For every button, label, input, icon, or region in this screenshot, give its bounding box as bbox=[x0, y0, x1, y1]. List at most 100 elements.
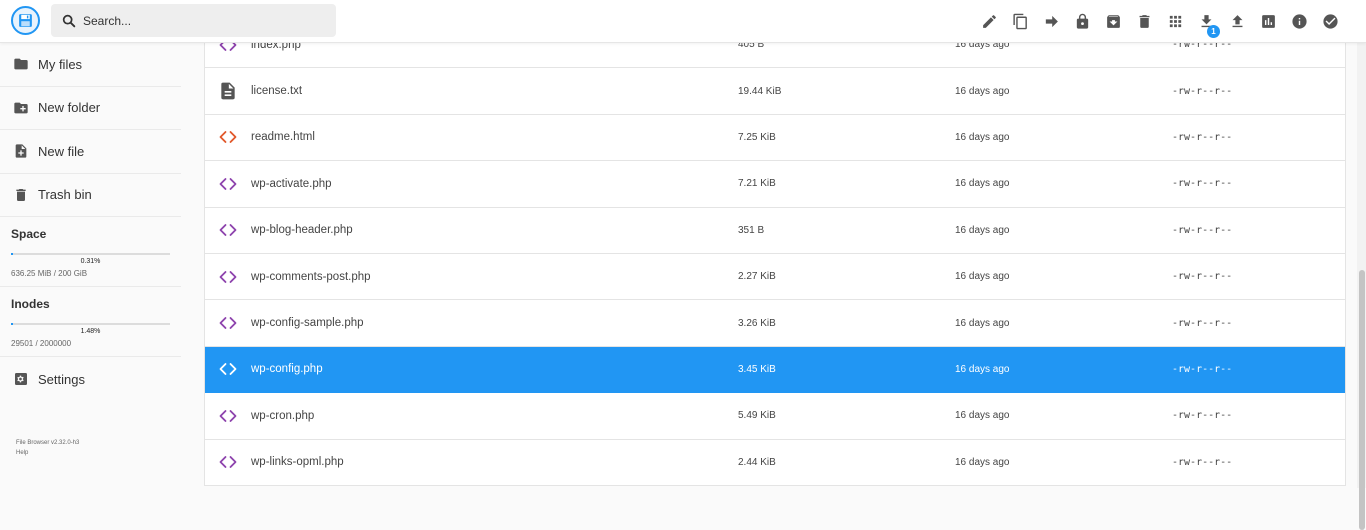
sidebar-item-label: New folder bbox=[38, 100, 101, 116]
trash-icon bbox=[16, 188, 26, 201]
file-name: wp-blog-header.php bbox=[251, 224, 353, 237]
copy-icon bbox=[1013, 13, 1027, 30]
inodes-usage: 29501 / 2000000 bbox=[11, 339, 72, 348]
file-modified: 16 days ago bbox=[955, 410, 1010, 422]
space-usage: 636.25 MiB / 200 GiB bbox=[11, 269, 88, 278]
toolbar: 1 bbox=[974, 0, 1346, 43]
file-row[interactable]: license.txt 19.44 KiB 16 days ago -rw-r--r-… bbox=[205, 68, 1345, 115]
file-modified: 16 days ago bbox=[955, 224, 1010, 236]
file-name: wp-config-sample.php bbox=[251, 317, 364, 330]
sidebar-item-label: My files bbox=[38, 56, 83, 72]
file-permissions: -rw-r--r-- bbox=[1172, 224, 1233, 236]
space-meter: Space 0.31% 636.25 MiB / 200 GiB bbox=[0, 217, 181, 287]
file-name: readme.html bbox=[251, 131, 315, 144]
version-link[interactable]: File Browser v2.32.0-h3 bbox=[16, 438, 79, 448]
inodes-progress-bar bbox=[11, 323, 170, 325]
stats-icon bbox=[1262, 15, 1275, 28]
file-size: 19.44 KiB bbox=[738, 85, 782, 97]
search-input[interactable] bbox=[83, 13, 323, 28]
disk-usage-button[interactable] bbox=[1253, 6, 1284, 37]
space-progress-fill bbox=[11, 253, 13, 255]
scrollbar-thumb[interactable] bbox=[1359, 270, 1365, 530]
file-name: wp-cron.php bbox=[251, 409, 315, 422]
move-icon bbox=[1045, 15, 1058, 28]
file-size: 2.44 KiB bbox=[738, 456, 776, 468]
file-size: 7.25 KiB bbox=[738, 131, 776, 143]
file-permissions: -rw-r--r-- bbox=[1172, 131, 1233, 143]
sidebar-item-new-folder[interactable]: New folder bbox=[0, 87, 181, 130]
info-button[interactable] bbox=[1284, 6, 1315, 37]
credits: File Browser v2.32.0-h3 Help bbox=[16, 438, 79, 458]
file-size: 3.26 KiB bbox=[738, 317, 776, 329]
file-size: 351 B bbox=[738, 224, 765, 236]
search-box[interactable] bbox=[51, 4, 336, 37]
file-name: license.txt bbox=[251, 85, 303, 98]
download-button[interactable]: 1 bbox=[1191, 6, 1222, 38]
sidebar-item-trash-bin[interactable]: Trash bin bbox=[0, 174, 181, 217]
file-size: 5.49 KiB bbox=[738, 410, 776, 422]
new-folder-icon bbox=[14, 102, 28, 114]
file-name: wp-links-opml.php bbox=[251, 456, 344, 469]
file-permissions: -rw-r--r-- bbox=[1172, 410, 1233, 422]
delete-button[interactable] bbox=[1129, 6, 1160, 37]
inodes-percent: 1.48% bbox=[80, 328, 101, 335]
file-name: wp-activate.php bbox=[251, 177, 332, 190]
file-modified: 16 days ago bbox=[955, 85, 1010, 97]
lock-icon bbox=[1076, 13, 1089, 29]
space-title: Space bbox=[11, 227, 47, 241]
file-row[interactable]: readme.html 7.25 KiB 16 days ago -rw-r--r-- bbox=[205, 115, 1345, 162]
inodes-progress-fill bbox=[11, 323, 14, 325]
file-row[interactable]: wp-links-opml.php 2.44 KiB 16 days ago -rw-… bbox=[205, 440, 1345, 486]
inodes-title: Inodes bbox=[11, 297, 50, 311]
file-modified: 16 days ago bbox=[955, 317, 1010, 329]
file-row[interactable]: wp-comments-post.php 2.27 KiB 16 days ago -… bbox=[205, 254, 1345, 301]
file-row[interactable]: wp-config.php 3.45 KiB 16 days ago -rw-r--r… bbox=[205, 346, 1345, 394]
inodes-meter: Inodes 1.48% 29501 / 2000000 bbox=[0, 287, 181, 357]
file-row[interactable]: wp-config-sample.php 3.26 KiB 16 days ago -… bbox=[205, 300, 1345, 347]
file-name: wp-config.php bbox=[251, 363, 323, 376]
file-permissions: -rw-r--r-- bbox=[1172, 317, 1233, 329]
file-browser-logo[interactable] bbox=[11, 6, 40, 35]
file-size: 3.45 KiB bbox=[738, 363, 776, 375]
search-icon bbox=[62, 14, 76, 27]
permissions-button[interactable] bbox=[1067, 6, 1098, 37]
sidebar-item-my-files[interactable]: My files bbox=[0, 43, 181, 87]
folder-icon bbox=[14, 58, 28, 70]
upload-icon bbox=[1232, 15, 1243, 28]
select-multiple-button[interactable] bbox=[1315, 6, 1346, 37]
check-circle-icon bbox=[1323, 14, 1338, 29]
archive-button[interactable] bbox=[1098, 6, 1129, 37]
archive-icon bbox=[1107, 15, 1120, 28]
grid-icon bbox=[1169, 15, 1182, 28]
floppy-disk-icon bbox=[19, 14, 32, 27]
file-listing: index.php 405 B 16 days ago -rw-r--r-- licen… bbox=[204, 22, 1346, 486]
help-link[interactable]: Help bbox=[16, 448, 79, 458]
file-row[interactable]: wp-cron.php 5.49 KiB 16 days ago -rw-r--r-- bbox=[205, 393, 1345, 440]
view-mode-button[interactable] bbox=[1160, 6, 1191, 37]
settings-icon bbox=[15, 373, 27, 385]
php-code-icon bbox=[205, 359, 251, 379]
scrollbar-track[interactable] bbox=[1357, 43, 1366, 530]
file-size: 2.27 KiB bbox=[738, 271, 776, 283]
file-modified: 16 days ago bbox=[955, 178, 1010, 190]
file-permissions: -rw-r--r-- bbox=[1172, 363, 1233, 375]
php-code-icon bbox=[205, 313, 251, 333]
header-bar: 1 bbox=[0, 0, 1366, 43]
upload-button[interactable] bbox=[1222, 6, 1253, 37]
php-code-icon bbox=[205, 267, 251, 287]
file-name: wp-comments-post.php bbox=[251, 270, 371, 283]
rename-button[interactable] bbox=[974, 6, 1005, 37]
sidebar: My files New folder New file Trash bin S… bbox=[0, 43, 181, 488]
sidebar-item-new-file[interactable]: New file bbox=[0, 130, 181, 174]
file-row[interactable]: wp-activate.php 7.21 KiB 16 days ago -rw-r-… bbox=[205, 161, 1345, 208]
sidebar-item-settings[interactable]: Settings bbox=[0, 357, 181, 401]
copy-button[interactable] bbox=[1005, 6, 1036, 37]
move-button[interactable] bbox=[1036, 6, 1067, 37]
trash-icon bbox=[1139, 15, 1150, 28]
space-progress-bar bbox=[11, 253, 170, 255]
sidebar-item-label: Settings bbox=[38, 371, 85, 387]
file-row[interactable]: wp-blog-header.php 351 B 16 days ago -rw-r-… bbox=[205, 208, 1345, 254]
file-modified: 16 days ago bbox=[955, 456, 1010, 468]
text-file-icon bbox=[205, 81, 251, 101]
space-percent: 0.31% bbox=[80, 258, 101, 265]
